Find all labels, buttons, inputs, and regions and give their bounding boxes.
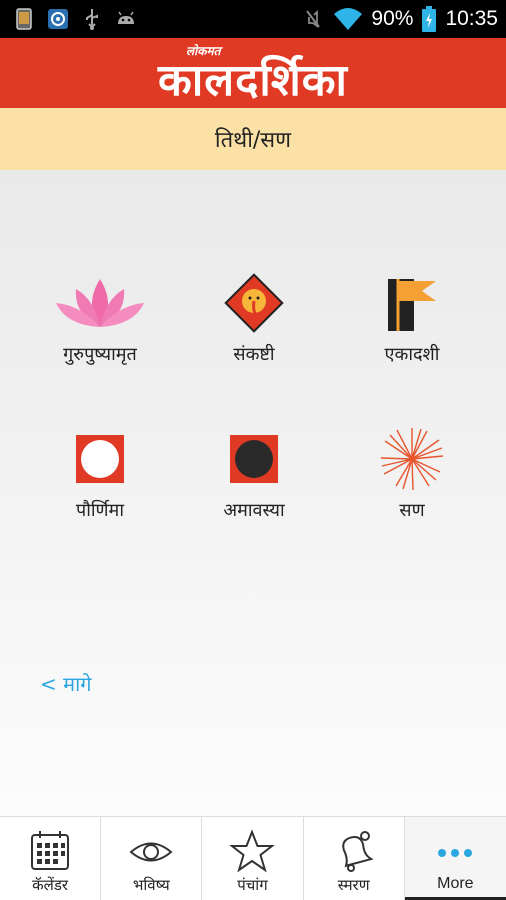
system-status: 90% 10:35 (301, 4, 498, 34)
section-title: तिथी/सण (214, 128, 292, 153)
grid-item-sankashti[interactable]: संकष्टी (174, 270, 334, 366)
grid-item-label: पौर्णिमा (76, 500, 124, 521)
battery-icon (422, 6, 437, 32)
nav-label: भविष्य (132, 876, 170, 894)
grid-item-ekadashi[interactable]: एकादशी (332, 270, 492, 366)
wifi-icon (334, 8, 363, 30)
back-link[interactable]: < मागे (40, 670, 92, 697)
grid-item-gurupushyamrut[interactable]: गुरुपुष्यामृत (20, 270, 180, 366)
nav-label: पंचांग (237, 876, 268, 894)
grid-item-label: अमावस्या (223, 500, 285, 521)
grid-item-label: संकष्टी (233, 344, 275, 365)
grid-item-label: सण (399, 500, 425, 521)
bell-icon (341, 831, 374, 872)
nav-label: More (437, 875, 474, 892)
nav-item-horoscope[interactable]: भविष्य (101, 817, 203, 900)
full-moon-icon (76, 435, 124, 483)
nav-item-panchang[interactable]: पंचांग (202, 817, 304, 900)
grid-item-san[interactable]: सण (332, 426, 492, 522)
app-header: लोकमत कालदर्शिका (0, 38, 506, 108)
more-icon (438, 849, 473, 857)
nav-label: कॅलेंडर (32, 876, 69, 894)
lotus-icon (56, 279, 144, 327)
status-bar: 90% 10:35 (0, 0, 506, 38)
star-icon (229, 829, 276, 873)
notification-icons (12, 7, 138, 31)
app-notification-icon (48, 9, 68, 29)
grid-item-amavasya[interactable]: अमावस्या (174, 426, 334, 522)
nav-label: स्मरण (337, 876, 370, 894)
new-moon-icon (230, 435, 278, 483)
battery-percentage: 90% (371, 7, 414, 30)
phone-icon (16, 8, 32, 30)
content-area: गुरुपुष्यामृत संकष्टी एकादशी पौर्णिमा अम… (0, 170, 506, 816)
ganesha-icon (224, 273, 284, 333)
nav-item-reminder[interactable]: स्मरण (304, 817, 405, 900)
nav-item-calendar[interactable]: कॅलेंडर (0, 817, 102, 900)
firework-icon (380, 428, 444, 491)
app-title: कालदर्शिका (158, 55, 348, 106)
grid-item-label: गुरुपुष्यामृत (63, 344, 137, 365)
clock: 10:35 (445, 7, 498, 30)
nav-item-more[interactable]: More (404, 817, 506, 900)
mute-icon (306, 9, 321, 28)
android-icon (118, 11, 134, 24)
grid-item-pournima[interactable]: पौर्णिमा (20, 426, 180, 522)
usb-icon (86, 9, 98, 30)
bottom-navigation: कॅलेंडर भविष्य पंचांग स्मरण More (0, 816, 506, 900)
section-header: तिथी/सण (0, 108, 506, 170)
calendar-icon (31, 831, 70, 870)
flag-icon (388, 279, 436, 331)
eye-icon (129, 842, 173, 862)
grid-item-label: एकादशी (384, 344, 440, 365)
